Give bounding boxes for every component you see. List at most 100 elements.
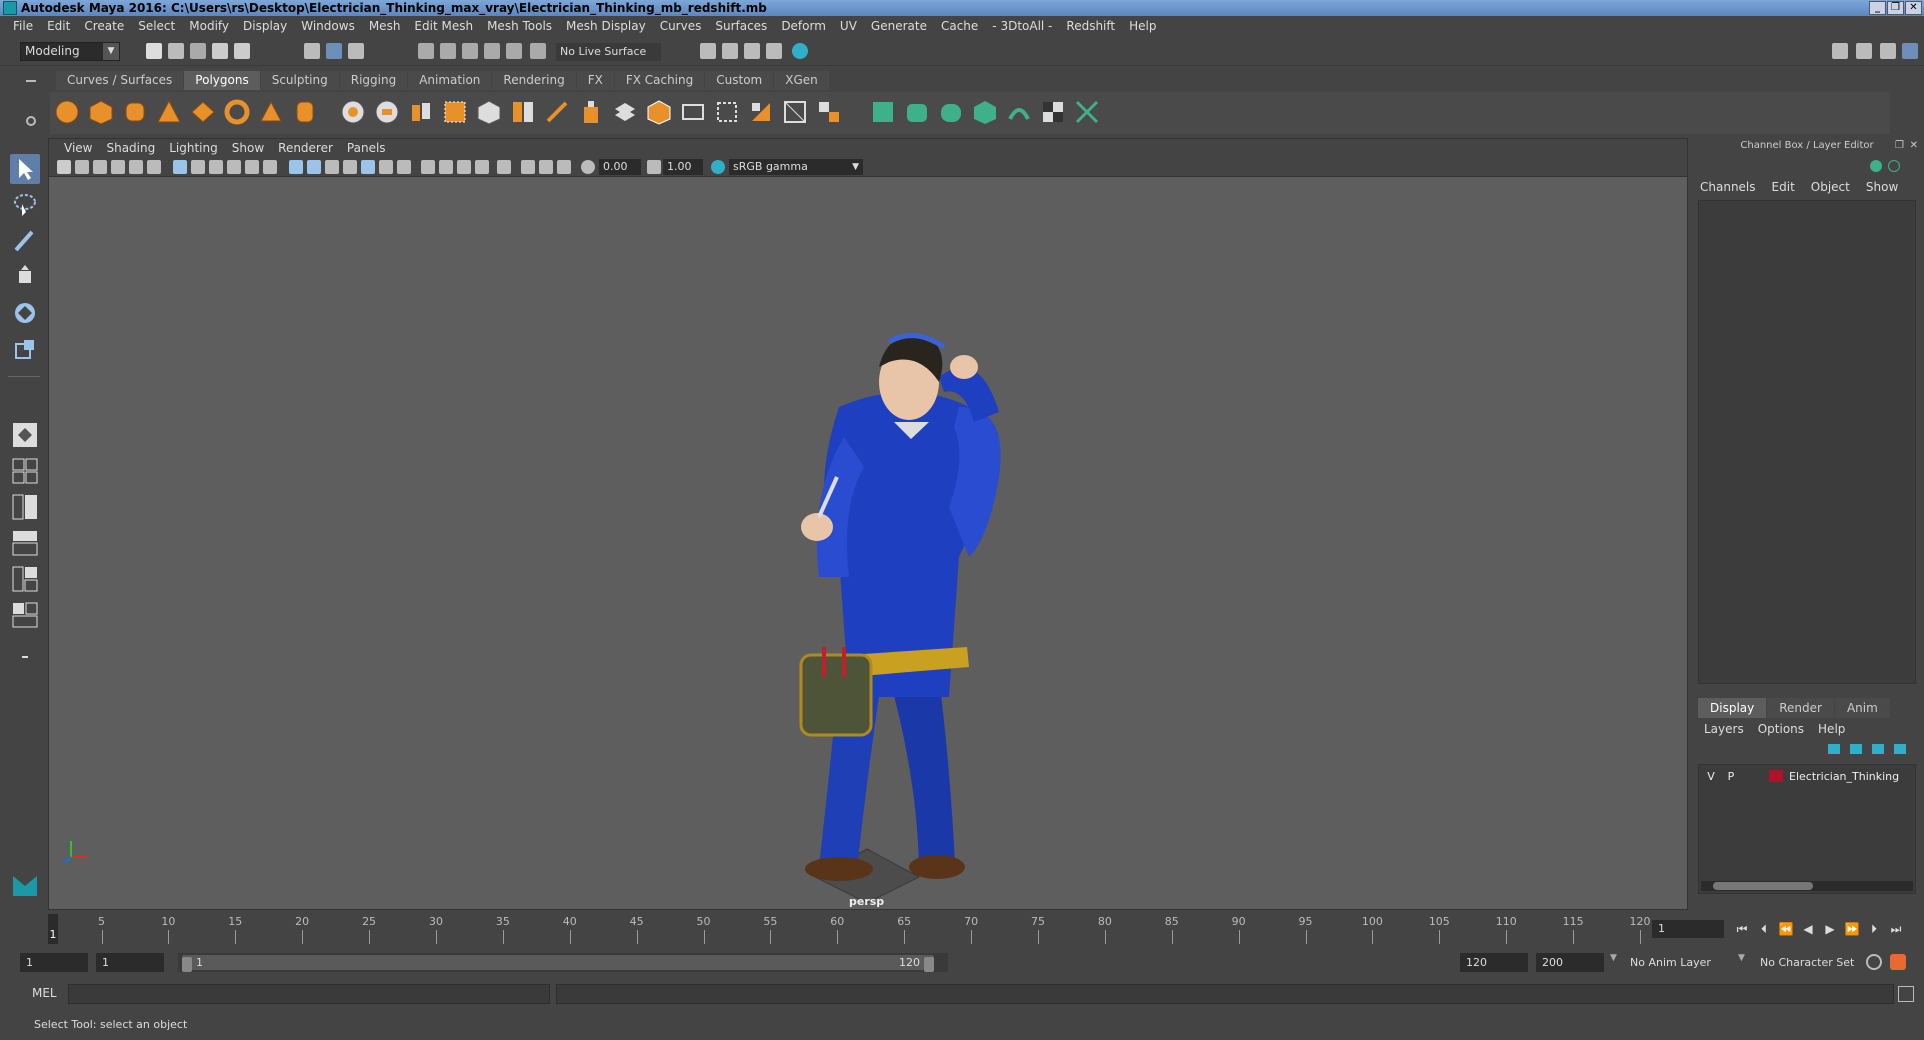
viewport-menu-shading[interactable]: Shading [99,141,162,155]
menu-mesh-display[interactable]: Mesh Display [559,19,653,33]
snap-curve-icon[interactable] [440,43,456,59]
channel-menu-show[interactable]: Show [1866,180,1898,194]
combine-icon[interactable] [340,99,366,125]
script-language-label[interactable]: MEL [32,986,57,1000]
anti-aliasing-icon[interactable] [457,160,471,174]
chevron-down-icon[interactable]: ▼ [1610,953,1617,963]
command-input[interactable] [68,984,550,1004]
go-to-end-icon[interactable]: ⏭ [1888,920,1904,938]
redo-icon[interactable] [234,43,250,59]
channel-box-body[interactable] [1698,200,1916,684]
move-layer-down-icon[interactable] [1850,744,1862,754]
channel-menu-object[interactable]: Object [1811,180,1850,194]
rotate-tool-icon[interactable] [10,298,40,328]
mirror-icon[interactable] [510,99,536,125]
smooth-icon[interactable] [442,99,468,125]
time-slider[interactable]: 5 10 15 20 25 30 35 40 45 50 55 60 65 70 75 80 85 90 95 100… [20,912,1651,946]
menu-uv[interactable]: UV [833,19,864,33]
layer-tab-display[interactable]: Display [1698,698,1767,718]
step-forward-frame-icon[interactable]: ⏵ [1866,920,1882,938]
anim-preferences-icon[interactable] [1890,954,1906,970]
current-frame-marker[interactable]: 1 [48,914,58,944]
move-layer-up-icon[interactable] [1828,744,1840,754]
layer-name[interactable]: Electrician_Thinking [1789,770,1899,783]
grid-icon[interactable] [173,160,187,174]
persp-graph-layout-icon[interactable] [10,528,40,558]
render-view-icon[interactable] [700,43,716,59]
menu-redshift[interactable]: Redshift [1059,19,1122,33]
extrude-icon[interactable] [578,99,604,125]
persp-hypershade-layout-icon[interactable] [10,564,40,594]
tool-settings-icon[interactable] [1880,43,1896,59]
textured-icon[interactable] [361,160,375,174]
snap-grid-icon[interactable] [418,43,434,59]
layer-tab-render[interactable]: Render [1767,698,1834,718]
play-backwards-icon[interactable]: ◀ [1800,920,1816,938]
merge-icon[interactable] [816,99,842,125]
attribute-editor-icon[interactable] [1856,43,1872,59]
render-frame-icon[interactable] [722,43,738,59]
camera-select-icon[interactable] [57,160,71,174]
depth-of-field-icon[interactable] [475,160,489,174]
shelf-tab-sculpting[interactable]: Sculpting [260,71,339,90]
maya-home-icon[interactable] [10,870,40,900]
undo-icon[interactable] [212,43,228,59]
step-back-key-icon[interactable]: ⏪ [1778,920,1794,938]
bevel-icon[interactable] [646,99,672,125]
step-forward-key-icon[interactable]: ⏩ [1844,920,1860,938]
poly-plane-icon[interactable] [190,99,216,125]
offset-edge-loop-icon[interactable] [782,99,808,125]
menuset-select[interactable]: Modeling ▼ [20,42,120,61]
wireframe-on-shaded-icon[interactable] [343,160,357,174]
grease-pencil-icon[interactable] [147,160,161,174]
layer-editor-toggle-icon[interactable] [1888,160,1900,172]
live-surface-field[interactable]: No Live Surface [556,43,661,61]
gate-mask-icon[interactable] [227,160,241,174]
persp-outliner-graph-layout-icon[interactable] [10,600,40,630]
range-slider[interactable]: 1 120 [178,953,948,972]
close-button[interactable]: ✕ [1905,1,1922,15]
uv-cylindrical-icon[interactable] [904,99,930,125]
poly-pyramid-icon[interactable] [258,99,284,125]
single-perspective-layout-icon[interactable] [10,420,40,450]
snap-view-icon[interactable] [484,43,500,59]
viewport-menu-lighting[interactable]: Lighting [162,141,225,155]
xray-icon[interactable] [521,160,535,174]
play-forwards-icon[interactable]: ▶ [1822,920,1838,938]
menu-deform[interactable]: Deform [774,19,833,33]
resolution-gate-icon[interactable] [209,160,223,174]
hypershade-icon[interactable] [792,43,808,59]
scale-tool-icon[interactable] [10,334,40,364]
gamma-field[interactable]: 1.00 [663,159,703,175]
menu-mesh[interactable]: Mesh [362,19,408,33]
poly-torus-icon[interactable] [224,99,250,125]
layer-tab-anim[interactable]: Anim [1834,698,1890,718]
new-empty-layer-icon[interactable] [1872,744,1884,754]
ipr-render-icon[interactable] [744,43,760,59]
isolate-select-icon[interactable] [497,160,511,174]
menu-mesh-tools[interactable]: Mesh Tools [480,19,559,33]
viewport-menu-renderer[interactable]: Renderer [271,141,340,155]
extract-icon[interactable] [408,99,434,125]
menu-select[interactable]: Select [131,19,182,33]
range-start-cap[interactable] [182,957,192,972]
persp-outliner-layout-icon[interactable] [10,492,40,522]
time-slider-track[interactable]: 5 10 15 20 25 30 35 40 45 50 55 60 65 70 75 80 85 90 95 100… [30,914,1651,944]
open-scene-icon[interactable] [168,43,184,59]
menu-create[interactable]: Create [77,19,131,33]
uv-checker-icon[interactable] [1040,99,1066,125]
select-hierarchy-icon[interactable] [304,43,320,59]
layer-color-swatch[interactable] [1769,770,1783,782]
playback-start-field[interactable]: 1 [96,953,164,972]
save-scene-icon[interactable] [190,43,206,59]
shelf-options[interactable] [20,72,42,132]
uv-layout-icon[interactable] [1074,99,1100,125]
menu-curves[interactable]: Curves [653,19,709,33]
character-set-select[interactable]: No Character Set [1760,953,1854,972]
camera-attributes-icon[interactable] [75,160,89,174]
channel-box-toggle-icon[interactable] [1870,160,1882,172]
2d-pan-zoom-icon[interactable] [129,160,143,174]
separate-icon[interactable] [374,99,400,125]
auto-key-icon[interactable] [1866,954,1882,970]
exposure-icon[interactable] [581,160,595,174]
